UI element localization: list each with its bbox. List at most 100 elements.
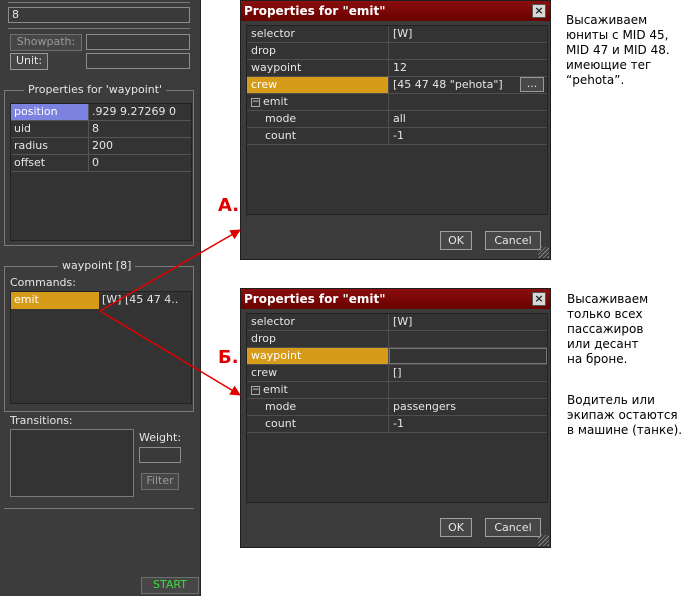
grid-key: crew (247, 77, 389, 93)
prop-key: position (11, 104, 89, 120)
ok-button[interactable]: OK (440, 518, 472, 537)
property-grid: selector [W] drop waypoint 12 crew [45 4… (246, 25, 548, 215)
top-rule-2 (8, 28, 190, 29)
grid-row-selector[interactable]: selector [W] (247, 314, 547, 331)
prop-value: 200 (92, 139, 113, 152)
grid-row-mode[interactable]: mode passengers (247, 399, 547, 416)
prop-key: uid (11, 121, 89, 137)
dialog-title[interactable]: Properties for "emit" (241, 289, 550, 309)
prop-value: .929 9.27269 0 (92, 105, 176, 118)
prop-row-position[interactable]: position .929 9.27269 0 (11, 104, 191, 121)
cancel-button[interactable]: Cancel (485, 518, 541, 537)
prop-value: 8 (92, 122, 99, 135)
marker-a: A. (218, 195, 240, 216)
grid-value: [W] (393, 315, 413, 328)
bottom-rule (4, 508, 194, 509)
grid-key: waypoint (247, 60, 389, 76)
filter-button[interactable]: Filter (141, 473, 179, 490)
grid-group-key: − emit (247, 382, 389, 398)
grid-group-key: − emit (247, 94, 389, 110)
commands-list: emit [W] [45 47 4.. (10, 291, 192, 404)
grid-key: count (247, 128, 389, 144)
prop-row-offset[interactable]: offset 0 (11, 155, 191, 172)
cancel-button[interactable]: Cancel (485, 231, 541, 250)
grid-key: emit (263, 95, 288, 108)
properties-group-title: Properties for 'waypoint' (24, 83, 167, 96)
grid-key: crew (247, 365, 389, 381)
grid-value[interactable] (389, 348, 547, 364)
grid-value (389, 331, 547, 347)
grid-value (389, 94, 547, 110)
collapse-icon[interactable]: − (251, 385, 260, 395)
grid-key: mode (247, 399, 389, 415)
grid-key: drop (247, 43, 389, 59)
waypoint-group-title: waypoint [8] (58, 259, 136, 272)
prop-key: offset (11, 155, 89, 171)
transitions-list[interactable] (10, 429, 134, 497)
grid-row-emit-group[interactable]: − emit (247, 94, 547, 111)
grid-value: [W] (393, 27, 413, 40)
grid-key: count (247, 416, 389, 432)
grid-key: drop (247, 331, 389, 347)
grid-value: -1 (393, 129, 404, 142)
grid-row-mode[interactable]: mode all (247, 111, 547, 128)
ok-button[interactable]: OK (440, 231, 472, 250)
grid-row-count[interactable]: count -1 (247, 128, 547, 145)
weight-label: Weight: (139, 431, 182, 444)
prop-row-uid[interactable]: uid 8 (11, 121, 191, 138)
commands-label: Commands: (10, 276, 76, 289)
dialog-title[interactable]: Properties for "emit" (241, 1, 550, 21)
emit-properties-dialog-b: Properties for "emit" × selector [W] dro… (240, 288, 551, 548)
grid-row-crew[interactable]: crew [45 47 48 "pehota"] ... (247, 77, 547, 94)
grid-row-selector[interactable]: selector [W] (247, 26, 547, 43)
note-dialog-b-2: Водитель или экипаж остаются в машине (т… (567, 393, 683, 437)
grid-value (389, 382, 547, 398)
grid-key: selector (247, 314, 389, 330)
note-dialog-a: Высаживаем юниты с MID 45, MID 47 и MID … (566, 13, 670, 87)
collapse-icon[interactable]: − (251, 97, 260, 107)
grid-row-drop[interactable]: drop (247, 331, 547, 348)
note-dialog-b-1: Высаживаем только всех пассажиров или де… (567, 292, 649, 366)
resize-grip-icon[interactable] (538, 247, 549, 258)
command-name: emit (11, 292, 99, 309)
grid-value: [45 47 48 "pehota"] (389, 77, 520, 93)
command-row-emit[interactable]: emit [W] [45 47 4.. (11, 292, 191, 309)
unit-field[interactable] (86, 53, 190, 69)
grid-row-drop[interactable]: drop (247, 43, 547, 60)
grid-row-count[interactable]: count -1 (247, 416, 547, 433)
grid-row-emit-group[interactable]: − emit (247, 382, 547, 399)
transitions-label: Transitions: (10, 414, 73, 427)
grid-value: passengers (393, 400, 456, 413)
showpath-button[interactable]: Showpath: (10, 34, 82, 51)
grid-row-waypoint[interactable]: waypoint 12 (247, 60, 547, 77)
command-value: [W] [45 47 4.. (102, 293, 179, 306)
emit-properties-dialog-a: Properties for "emit" × selector [W] dro… (240, 0, 551, 260)
prop-key: radius (11, 138, 89, 154)
grid-value: -1 (393, 417, 404, 430)
browse-button[interactable]: ... (520, 77, 544, 92)
property-grid: selector [W] drop waypoint crew [] − emit… (246, 313, 548, 503)
waypoint-id-field[interactable]: 8 (8, 7, 190, 23)
properties-list: position .929 9.27269 0 uid 8 radius 200… (10, 103, 192, 241)
close-icon[interactable]: × (532, 292, 546, 306)
grid-value: 12 (393, 61, 407, 74)
left-panel: 8 Showpath: Unit: Properties for 'waypoi… (0, 0, 201, 596)
weight-field[interactable] (139, 447, 181, 463)
showpath-field[interactable] (86, 34, 190, 50)
resize-grip-icon[interactable] (538, 535, 549, 546)
grid-key: waypoint (247, 348, 389, 364)
close-icon[interactable]: × (532, 4, 546, 18)
prop-row-radius[interactable]: radius 200 (11, 138, 191, 155)
marker-b: Б. (218, 347, 239, 368)
grid-row-waypoint[interactable]: waypoint (247, 348, 547, 365)
grid-key: mode (247, 111, 389, 127)
grid-key: emit (263, 383, 288, 396)
grid-key: selector (247, 26, 389, 42)
grid-value: all (393, 112, 406, 125)
prop-value: 0 (92, 156, 99, 169)
unit-button[interactable]: Unit: (10, 53, 48, 70)
top-rule (8, 2, 190, 3)
grid-value (389, 43, 547, 59)
grid-row-crew[interactable]: crew [] (247, 365, 547, 382)
start-button[interactable]: START (141, 577, 199, 594)
